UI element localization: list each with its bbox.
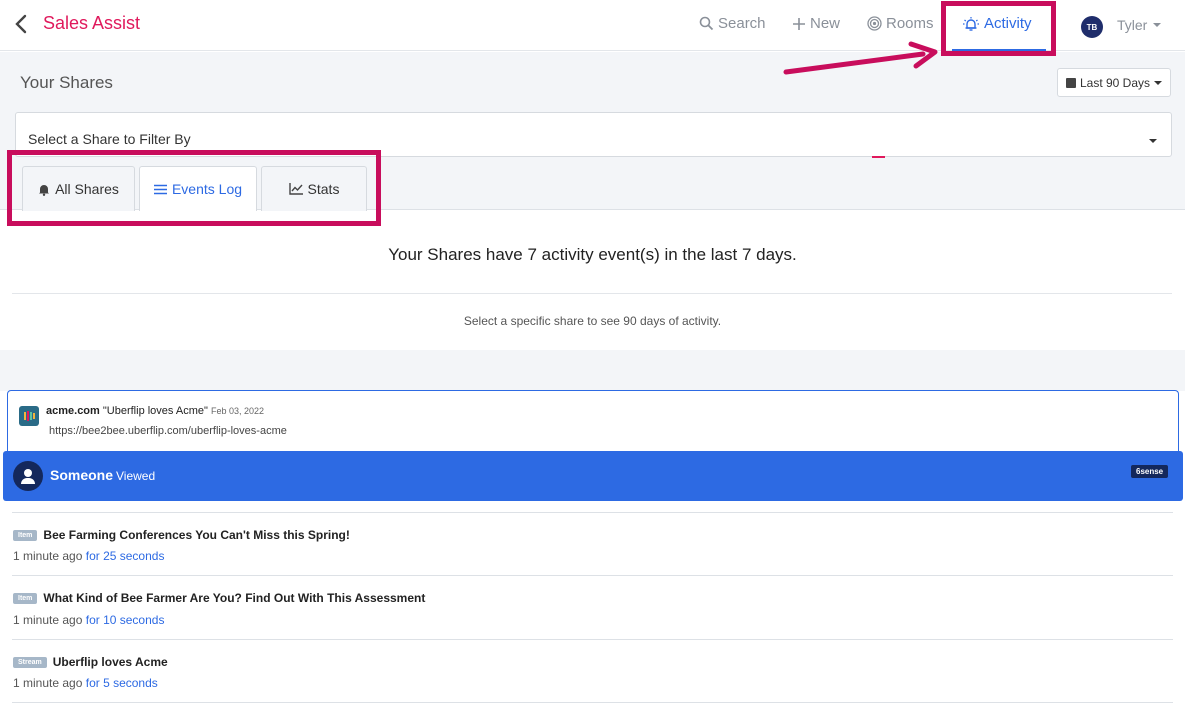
spacer-band [0, 350, 1185, 391]
user-icon [13, 461, 43, 491]
view-tabs: All Shares Events Log Stats [22, 166, 367, 211]
divider [12, 512, 1173, 513]
share-filter-select[interactable]: Select a Share to Filter By [15, 112, 1172, 157]
event-title-row[interactable]: Item What Kind of Bee Farmer Are You? Fi… [13, 591, 425, 605]
event-time: 1 minute ago [13, 613, 83, 627]
viewer-bar[interactable]: Someone Viewed 6sense [3, 451, 1183, 501]
back-chevron-icon[interactable] [12, 13, 32, 35]
calendar-icon [1065, 77, 1076, 88]
search-icon [699, 16, 714, 31]
bell-icon [39, 184, 50, 196]
share-filter-placeholder: Select a Share to Filter By [28, 131, 191, 147]
event-meta: 1 minute ago for 25 seconds [13, 549, 164, 563]
filter-marker [872, 156, 885, 158]
divider [12, 293, 1172, 294]
event-type-badge: Item [13, 592, 38, 604]
event-type-badge: Stream [13, 656, 47, 668]
event-duration: for 5 seconds [85, 676, 158, 690]
nav-new[interactable]: New [792, 15, 840, 32]
user-menu[interactable]: Tyler [1117, 17, 1162, 33]
user-name: Tyler [1117, 17, 1148, 33]
nav-search-label: Search [718, 15, 766, 32]
viewer-heading: Someone Viewed [50, 467, 155, 483]
avatar[interactable]: TB [1081, 16, 1103, 38]
top-nav: Sales Assist Search New Rooms Activity T… [0, 0, 1185, 51]
share-heading: acme.com "Uberflip loves Acme" Feb 03, 2… [46, 405, 264, 417]
app-title[interactable]: Sales Assist [43, 13, 140, 34]
share-title: "Uberflip loves Acme" [102, 405, 208, 417]
nav-rooms-label: Rooms [886, 15, 934, 32]
nav-rooms[interactable]: Rooms [867, 15, 934, 32]
activity-hint: Select a specific share to see 90 days o… [463, 314, 722, 328]
event-duration: for 10 seconds [85, 613, 165, 627]
share-logo-icon [19, 406, 39, 426]
event-title-row[interactable]: Stream Uberflip loves Acme [13, 655, 168, 669]
caret-down-icon [1149, 139, 1157, 143]
event-meta: 1 minute ago for 5 seconds [13, 676, 158, 690]
active-tab-underline [952, 49, 1046, 51]
section-title: Your Shares [20, 73, 113, 92]
tab-events-log[interactable]: Events Log [139, 166, 257, 211]
event-duration: for 25 seconds [85, 549, 165, 563]
divider [12, 575, 1173, 576]
bell-alert-icon [963, 16, 979, 31]
share-card[interactable]: acme.com "Uberflip loves Acme" Feb 03, 2… [7, 390, 1179, 452]
tab-events-log-label: Events Log [171, 181, 243, 197]
caret-down-icon [1153, 23, 1162, 27]
divider [12, 639, 1173, 640]
event-meta: 1 minute ago for 10 seconds [13, 613, 164, 627]
list-icon [153, 184, 167, 194]
date-range-label: Last 90 Days [1079, 75, 1151, 90]
nav-activity-label: Activity [984, 15, 1032, 32]
chart-line-icon [288, 183, 303, 195]
share-date: Feb 03, 2022 [210, 406, 264, 416]
event-title: Uberflip loves Acme [52, 655, 168, 669]
viewer-action: Viewed [116, 469, 156, 483]
event-type-badge: Item [13, 529, 38, 541]
event-time: 1 minute ago [13, 549, 83, 563]
plus-icon [793, 17, 805, 30]
tab-all-shares[interactable]: All Shares [22, 166, 135, 211]
nav-new-label: New [810, 15, 841, 32]
tab-stats-label: Stats [307, 181, 340, 197]
nav-activity[interactable]: Activity [962, 15, 1032, 32]
event-title: What Kind of Bee Farmer Are You? Find Ou… [43, 591, 426, 605]
caret-down-icon [1154, 80, 1163, 85]
viewer-name: Someone [50, 467, 114, 483]
event-title: Bee Farming Conferences You Can't Miss t… [43, 528, 350, 542]
date-range-dropdown[interactable]: Last 90 Days [1057, 68, 1171, 97]
nav-search[interactable]: Search [699, 15, 766, 32]
tab-stats[interactable]: Stats [261, 166, 367, 211]
event-time: 1 minute ago [13, 676, 83, 690]
share-domain: acme.com [46, 405, 100, 417]
source-badge: 6sense [1131, 465, 1169, 478]
target-icon [867, 16, 882, 31]
tab-all-shares-label: All Shares [55, 181, 119, 197]
divider [12, 702, 1173, 703]
activity-summary: Your Shares have 7 activity event(s) in … [388, 245, 797, 264]
event-title-row[interactable]: Item Bee Farming Conferences You Can't M… [13, 528, 350, 542]
share-url[interactable]: https://bee2bee.uberflip.com/uberflip-lo… [49, 425, 287, 437]
